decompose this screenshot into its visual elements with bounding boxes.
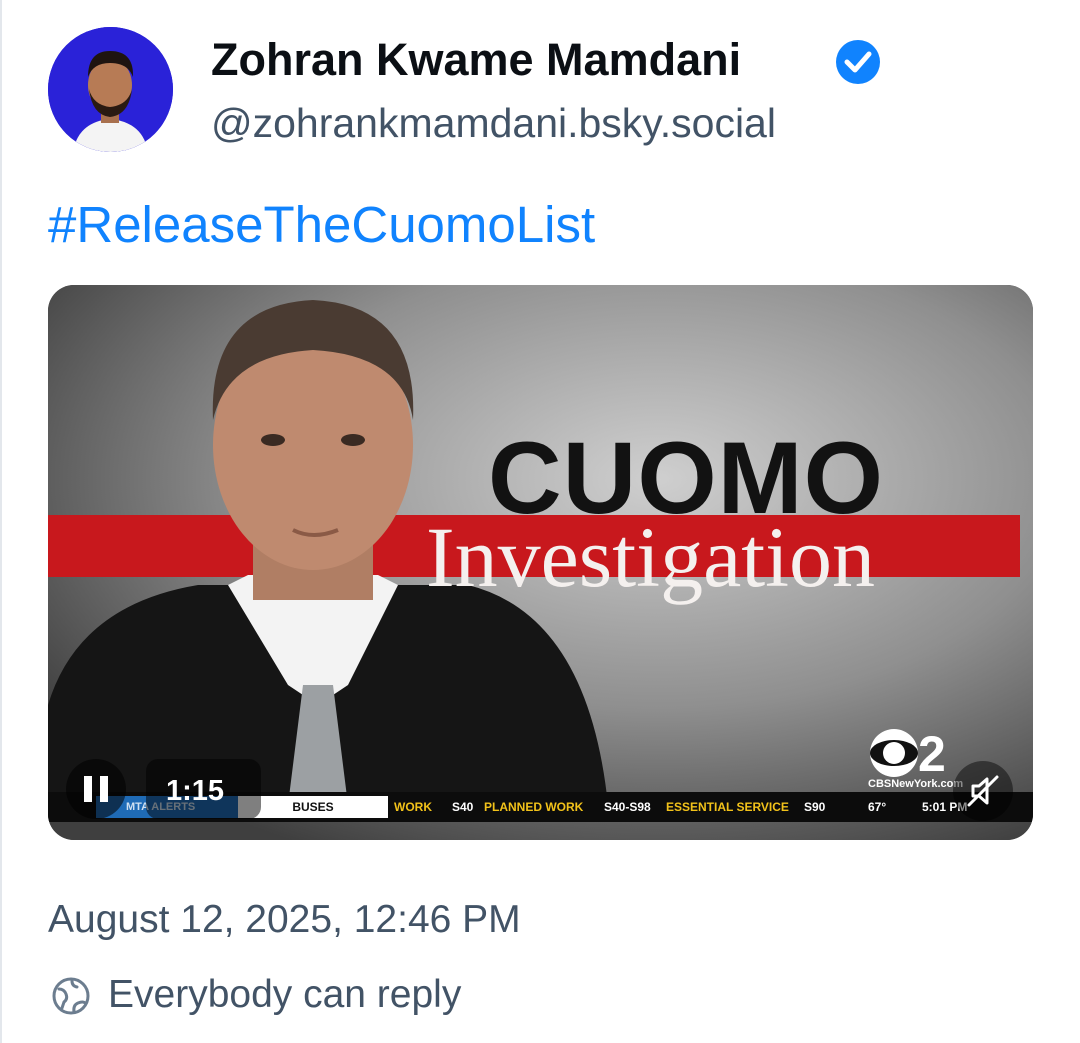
avatar[interactable] bbox=[48, 27, 173, 152]
left-divider bbox=[0, 0, 2, 1043]
avatar-image bbox=[48, 27, 173, 152]
pause-button[interactable] bbox=[66, 759, 126, 819]
ticker-temperature: 67° bbox=[868, 800, 887, 814]
ticker-s40-s98: S40-S98 bbox=[604, 800, 651, 814]
mute-button[interactable] bbox=[953, 761, 1013, 821]
volume-muted-icon bbox=[967, 775, 999, 807]
svg-text:2: 2 bbox=[918, 726, 946, 781]
verified-check-icon bbox=[836, 40, 880, 84]
reply-setting[interactable]: Everybody can reply bbox=[108, 973, 461, 1017]
video-timestamp: 1:15 bbox=[166, 775, 225, 807]
cbs-2-logo: 2 bbox=[870, 726, 946, 781]
author-handle[interactable]: @zohrankmamdani.bsky.social bbox=[211, 100, 776, 147]
post-timestamp: August 12, 2025, 12:46 PM bbox=[48, 898, 521, 941]
globe-icon bbox=[52, 977, 90, 1015]
display-name[interactable]: Zohran Kwame Mamdani bbox=[211, 34, 741, 86]
ticker-planned-work: PLANNED WORK bbox=[484, 800, 584, 814]
video-subhead: Investigation bbox=[426, 509, 876, 605]
ticker-work: WORK bbox=[394, 800, 432, 814]
hashtag-link[interactable]: #ReleaseTheCuomoList bbox=[48, 195, 595, 254]
ticker-essential-service: ESSENTIAL SERVICE bbox=[666, 800, 789, 814]
ticker-s90: S90 bbox=[804, 800, 826, 814]
video-player[interactable]: CUOMO Investigation 2 CBSNewYork.com MTA… bbox=[48, 285, 1033, 840]
network-site: CBSNewYork.com bbox=[868, 778, 964, 790]
ticker-s40: S40 bbox=[452, 800, 474, 814]
